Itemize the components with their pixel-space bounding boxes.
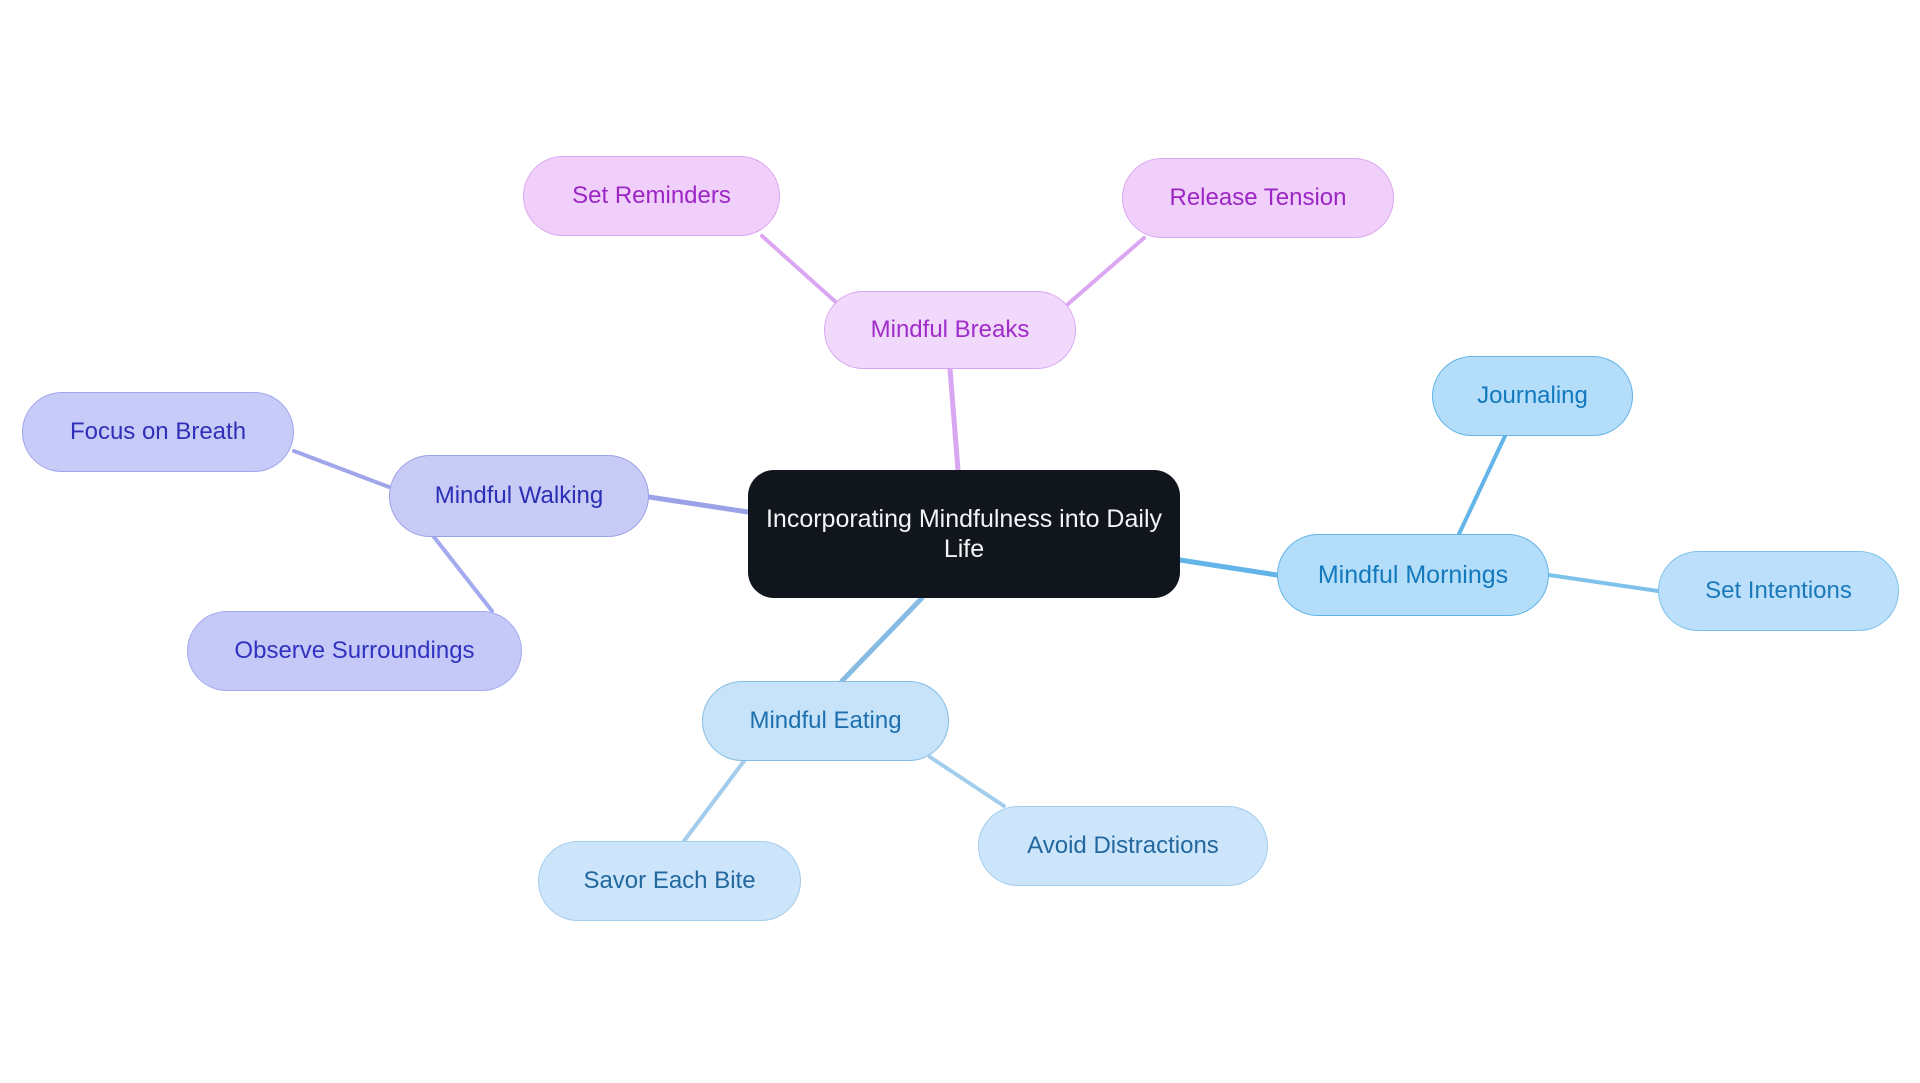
mindmap-node-mindful-walking[interactable]: Mindful Walking xyxy=(389,455,649,537)
mindmap-node-set-intentions[interactable]: Set Intentions xyxy=(1658,551,1899,631)
mindmap-node-label: Release Tension xyxy=(1169,184,1347,212)
mindmap-edge xyxy=(1547,573,1660,593)
mindmap-node-label: Mindful Breaks xyxy=(870,316,1030,344)
mindmap-node-label: Set Intentions xyxy=(1705,577,1852,605)
mindmap-edge xyxy=(646,494,751,515)
mindmap-edge xyxy=(682,759,746,843)
mindmap-node-avoid-distractions[interactable]: Avoid Distractions xyxy=(978,806,1268,886)
mindmap-node-set-reminders[interactable]: Set Reminders xyxy=(523,156,780,236)
mindmap-edge xyxy=(1177,557,1280,578)
mindmap-node-observe-surroundings[interactable]: Observe Surroundings xyxy=(187,611,522,691)
mindmap-node-mindful-eating[interactable]: Mindful Eating xyxy=(702,681,949,761)
mindmap-node-label: Mindful Eating xyxy=(749,707,902,735)
mindmap-node-journaling[interactable]: Journaling xyxy=(1432,356,1633,436)
mindmap-node-savor-each-bite[interactable]: Savor Each Bite xyxy=(538,841,801,921)
mindmap-node-release-tension[interactable]: Release Tension xyxy=(1122,158,1394,238)
mindmap-node-label: Focus on Breath xyxy=(69,418,247,446)
mindmap-node-focus-on-breath[interactable]: Focus on Breath xyxy=(22,392,294,472)
mindmap-edge xyxy=(292,449,391,489)
mindmap-edge xyxy=(432,535,494,613)
mindmap-node-label: Mindful Walking xyxy=(434,482,604,510)
mindmap-node-mindful-mornings[interactable]: Mindful Mornings xyxy=(1277,534,1549,616)
mindmap-node-label: Incorporating Mindfulness into Daily Lif… xyxy=(765,504,1163,564)
mindmap-edge xyxy=(760,234,840,306)
mindmap-node-label: Savor Each Bite xyxy=(583,867,756,895)
mindmap-edge xyxy=(839,595,925,684)
mindmap-node-label: Observe Surroundings xyxy=(234,637,475,665)
mindmap-canvas: Incorporating Mindfulness into Daily Lif… xyxy=(0,0,1920,1083)
mindmap-node-root[interactable]: Incorporating Mindfulness into Daily Lif… xyxy=(748,470,1180,598)
mindmap-node-label: Set Reminders xyxy=(572,182,731,210)
mindmap-node-label: Mindful Mornings xyxy=(1317,560,1509,589)
mindmap-edge xyxy=(928,755,1006,808)
mindmap-edge xyxy=(1066,236,1146,306)
mindmap-edge xyxy=(1457,434,1507,536)
mindmap-node-label: Journaling xyxy=(1477,382,1588,410)
mindmap-node-label: Avoid Distractions xyxy=(1027,832,1219,860)
mindmap-node-mindful-breaks[interactable]: Mindful Breaks xyxy=(824,291,1076,369)
mindmap-edge xyxy=(947,366,961,473)
